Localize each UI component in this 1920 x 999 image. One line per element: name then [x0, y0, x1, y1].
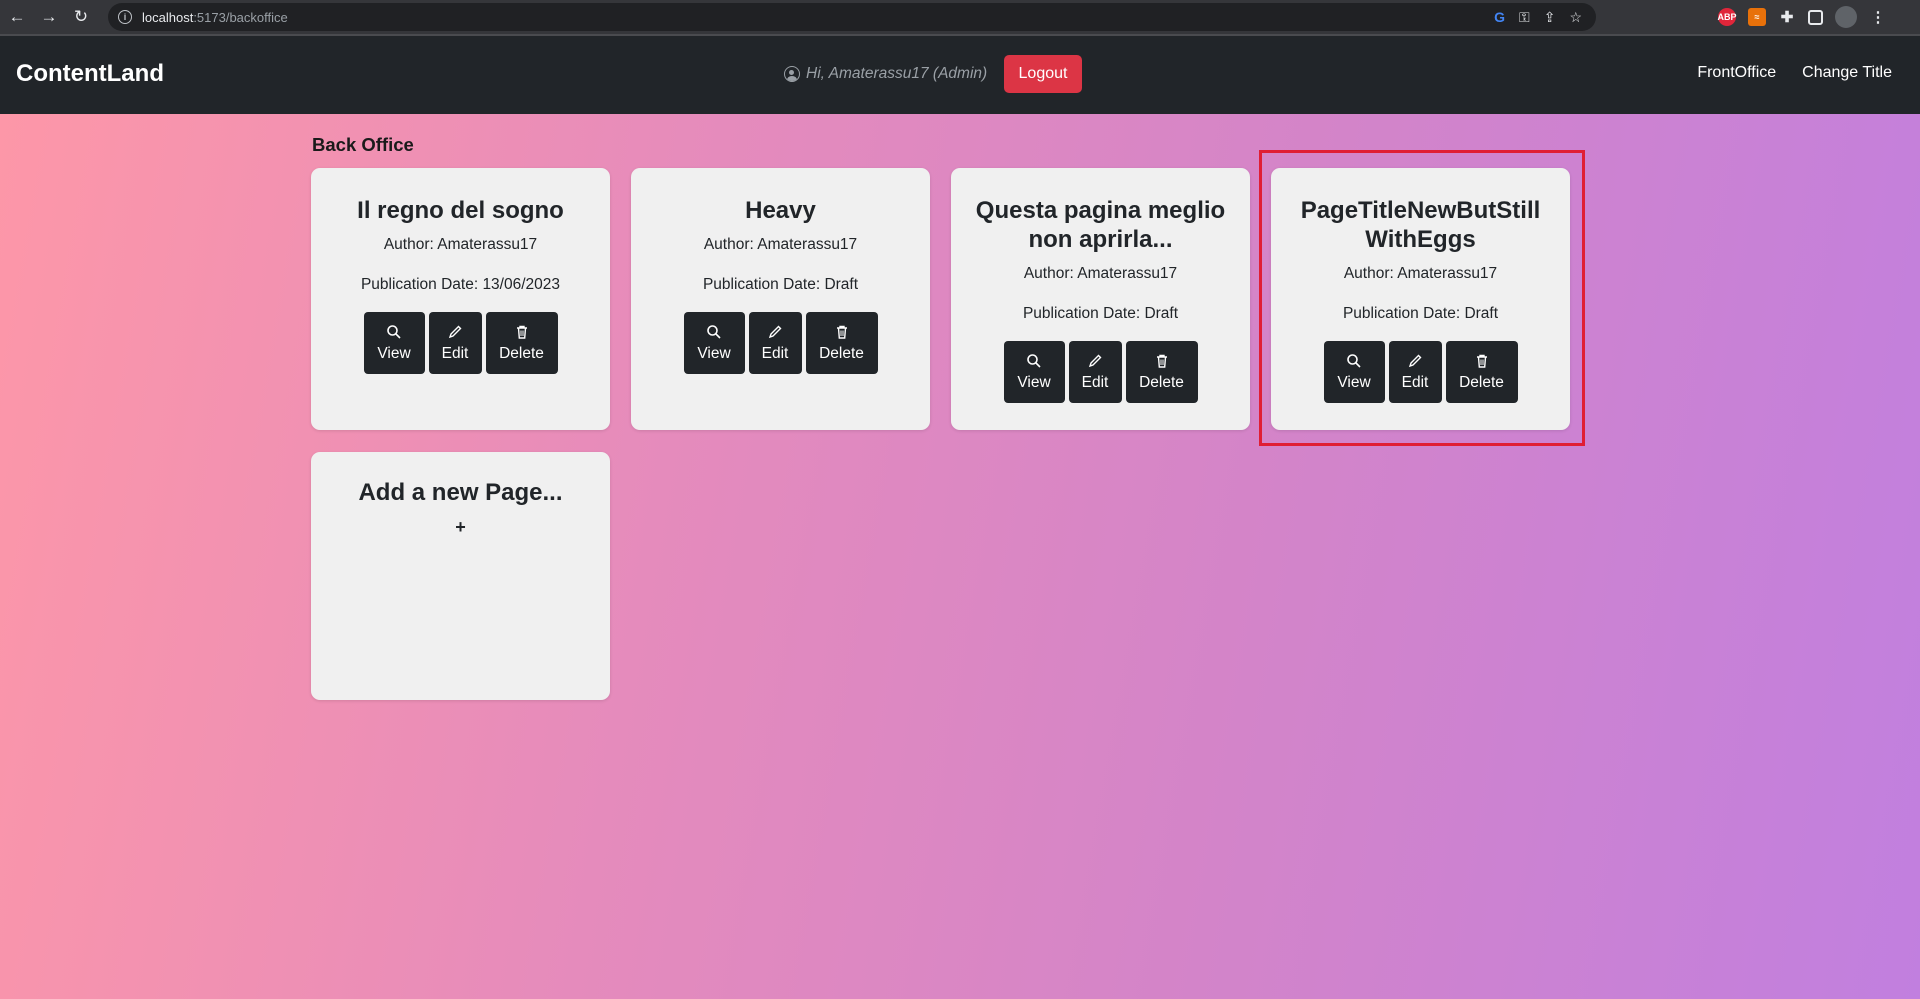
- card-actions: View Edit Delete: [951, 341, 1250, 403]
- browser-toolbar: ← → ↻ i localhost:5173/backoffice G ⚿ ⇪ …: [0, 0, 1920, 34]
- nav-links: FrontOffice Change Title: [1697, 64, 1892, 82]
- view-label: View: [697, 344, 731, 362]
- trash-icon: [516, 325, 527, 339]
- search-icon: [707, 324, 721, 339]
- page-card: Il regno del sogno Author: Amaterassu17 …: [311, 168, 610, 430]
- delete-label: Delete: [819, 344, 864, 362]
- plus-icon[interactable]: +: [311, 517, 610, 538]
- delete-label: Delete: [499, 344, 544, 362]
- card-date: Publication Date: 13/06/2023: [360, 276, 561, 293]
- view-label: View: [1017, 373, 1051, 391]
- adblock-extension-icon[interactable]: ABP: [1718, 8, 1737, 26]
- google-icon[interactable]: G: [1494, 9, 1505, 25]
- brand-logo[interactable]: ContentLand: [16, 60, 164, 88]
- card-date: Publication Date: Draft: [702, 276, 859, 293]
- pencil-icon: [448, 325, 462, 338]
- puzzle-extensions-icon[interactable]: ✚: [1778, 8, 1796, 26]
- greeting-text: Hi, Amaterassu17 (Admin): [806, 65, 988, 82]
- page-title: Back Office: [312, 134, 414, 155]
- main-content: Back Office Il regno del sogno Author: A…: [0, 114, 1920, 999]
- logout-button[interactable]: Logout: [1004, 55, 1082, 93]
- app-navbar: ContentLand Hi, Amaterassu17 (Admin) Log…: [0, 36, 1920, 114]
- back-arrow-icon[interactable]: ←: [2, 2, 32, 32]
- delete-button[interactable]: Delete: [805, 312, 878, 374]
- bookmark-star-icon[interactable]: ☆: [1569, 9, 1582, 26]
- view-button[interactable]: View: [683, 312, 745, 374]
- search-icon: [387, 324, 401, 339]
- edit-label: Edit: [441, 344, 469, 362]
- extension-orange-icon[interactable]: ≈: [1748, 8, 1766, 26]
- card-author: Author: Amaterassu17: [383, 236, 538, 253]
- card-actions: View Edit Delete: [631, 312, 930, 374]
- pencil-icon: [1088, 354, 1102, 367]
- url-host: localhost: [142, 9, 194, 25]
- edit-button[interactable]: Edit: [428, 312, 482, 374]
- menu-kebab-icon[interactable]: ⋮: [1869, 8, 1887, 26]
- page-card: Heavy Author: Amaterassu17 Publication D…: [631, 168, 930, 430]
- card-title: Heavy: [745, 197, 816, 224]
- profile-avatar[interactable]: [1835, 6, 1857, 28]
- card-date: Publication Date: Draft: [1022, 305, 1179, 322]
- user-circle-icon: [784, 66, 800, 82]
- nav-link-change-title[interactable]: Change Title: [1802, 64, 1892, 82]
- key-icon[interactable]: ⚿: [1519, 9, 1530, 26]
- card-author: Author: Amaterassu17: [703, 236, 858, 253]
- share-icon[interactable]: ⇪: [1544, 9, 1556, 26]
- search-icon: [1027, 353, 1041, 368]
- delete-button[interactable]: Delete: [1125, 341, 1198, 403]
- card-title: Questa pagina meglio non aprirla...: [975, 197, 1226, 253]
- side-panel-icon[interactable]: [1808, 9, 1823, 25]
- card-actions: View Edit Delete: [311, 312, 610, 374]
- forward-arrow-icon[interactable]: →: [34, 2, 64, 32]
- address-bar[interactable]: i localhost:5173/backoffice G ⚿ ⇪ ☆: [108, 3, 1596, 31]
- delete-button[interactable]: Delete: [485, 312, 558, 374]
- pencil-icon: [768, 325, 782, 338]
- trash-icon: [836, 325, 847, 339]
- view-button[interactable]: View: [1003, 341, 1065, 403]
- delete-label: Delete: [1139, 373, 1184, 391]
- page-card: Questa pagina meglio non aprirla... Auth…: [951, 168, 1250, 430]
- edit-button[interactable]: Edit: [748, 312, 802, 374]
- highlight-box: [1259, 150, 1585, 446]
- card-author: Author: Amaterassu17: [1023, 265, 1178, 282]
- view-button[interactable]: View: [363, 312, 425, 374]
- add-page-title: Add a new Page...: [358, 479, 563, 506]
- reload-icon[interactable]: ↻: [66, 2, 96, 32]
- add-page-card[interactable]: Add a new Page... +: [311, 452, 610, 700]
- view-label: View: [377, 344, 411, 362]
- edit-label: Edit: [761, 344, 789, 362]
- trash-icon: [1156, 354, 1167, 368]
- edit-button[interactable]: Edit: [1068, 341, 1122, 403]
- site-info-icon[interactable]: i: [118, 10, 132, 24]
- user-greeting: Hi, Amaterassu17 (Admin): [784, 65, 987, 83]
- card-title: Il regno del sogno: [357, 197, 564, 224]
- edit-label: Edit: [1081, 373, 1109, 391]
- url-path: :5173/backoffice: [193, 9, 288, 25]
- nav-link-frontoffice[interactable]: FrontOffice: [1697, 64, 1776, 82]
